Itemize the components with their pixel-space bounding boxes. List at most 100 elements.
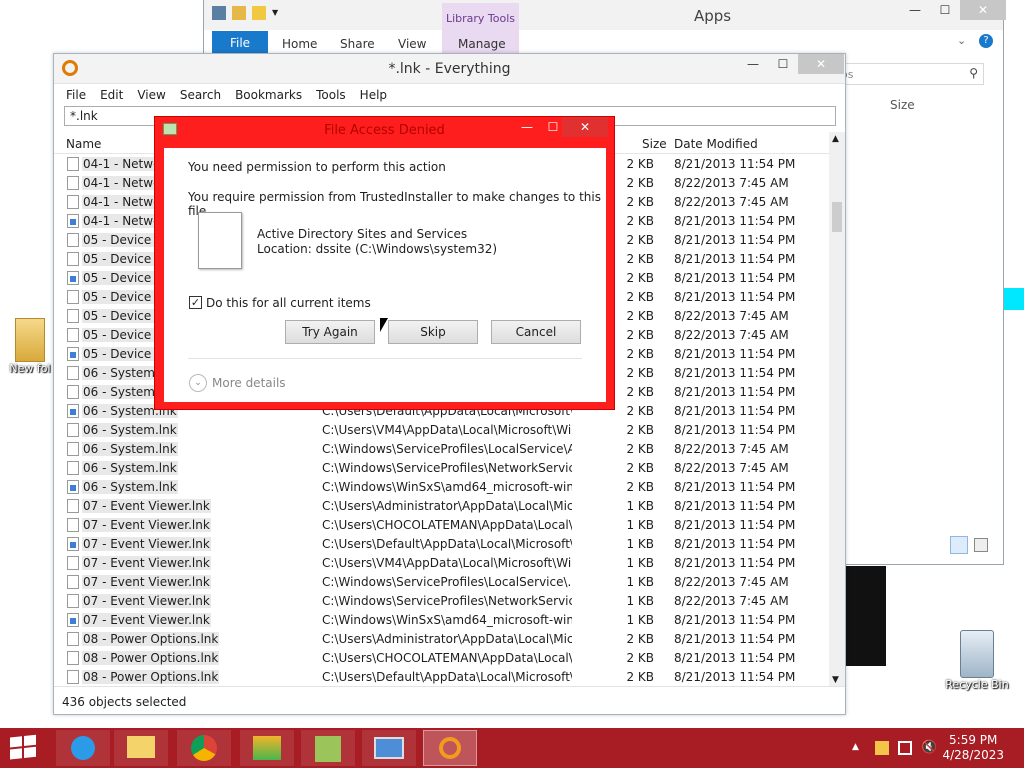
dialog-close-button[interactable]: ✕ <box>562 117 608 137</box>
file-icon <box>67 328 79 342</box>
file-explorer-icon[interactable] <box>114 730 168 766</box>
large-icons-view-button[interactable] <box>974 538 988 552</box>
internet-explorer-icon[interactable] <box>56 730 110 766</box>
cancel-button[interactable]: Cancel <box>491 320 581 344</box>
explorer-search-box[interactable]: os ⚲ <box>836 63 984 85</box>
tab-share[interactable]: Share <box>340 37 375 51</box>
minimize-button[interactable]: — <box>900 0 930 20</box>
dialog-minimize-button[interactable]: — <box>513 117 541 137</box>
dialog-divider <box>188 358 582 359</box>
table-row[interactable]: 07 - Event Viewer.lnk C:\Users\CHOCOLATEM… <box>54 516 830 535</box>
scroll-up-icon[interactable]: ▲ <box>832 134 839 144</box>
everything-titlebar[interactable]: *.lnk - Everything — ☐ ✕ <box>54 54 845 84</box>
row-date: 8/21/2013 11:54 PM <box>674 157 796 171</box>
size-column-header[interactable]: Size <box>642 137 667 151</box>
table-row[interactable]: 06 - System.lnk C:\Windows\ServiceProfile… <box>54 440 830 459</box>
dialog-body: You need permission to perform this acti… <box>164 148 606 402</box>
menu-tools[interactable]: Tools <box>316 88 346 102</box>
expand-details-icon[interactable]: ⌄ <box>189 374 207 392</box>
explorer-window-controls: — ☐ ✕ <box>900 0 1006 20</box>
help-icon[interactable]: ? <box>979 34 993 48</box>
search-icon[interactable]: ⚲ <box>969 66 978 80</box>
table-row[interactable]: 06 - System.lnk C:\Windows\ServiceProfile… <box>54 459 830 478</box>
date-column-header[interactable]: Date Modified <box>674 137 758 151</box>
clock-date: 4/28/2023 <box>942 748 1004 762</box>
explorer-titlebar[interactable]: ▼ Library Tools Apps — ☐ ✕ <box>204 0 1006 54</box>
menu-file[interactable]: File <box>66 88 86 102</box>
table-row[interactable]: 07 - Event Viewer.lnk C:\Windows\ServiceP… <box>54 573 830 592</box>
vertical-scrollbar[interactable]: ▲ ▼ <box>829 132 845 687</box>
start-button-icon[interactable] <box>10 734 38 760</box>
table-row[interactable]: 08 - Power Options.lnk C:\Users\Default\A… <box>54 668 830 687</box>
volume-icon[interactable]: 🔇 <box>921 740 937 755</box>
file-icon <box>67 442 79 456</box>
menu-search[interactable]: Search <box>180 88 221 102</box>
row-size: 2 KB <box>626 385 654 399</box>
chrome-icon[interactable] <box>177 730 231 766</box>
table-row[interactable]: 08 - Power Options.lnk C:\Users\CHOCOLATE… <box>54 649 830 668</box>
table-row[interactable]: 07 - Event Viewer.lnk C:\Users\Default\Ap… <box>54 535 830 554</box>
skip-button[interactable]: Skip <box>388 320 478 344</box>
action-center-flag-icon[interactable] <box>875 741 889 755</box>
scrollbar-thumb[interactable] <box>832 202 842 232</box>
tray-overflow-icon[interactable]: ▲ <box>852 742 859 752</box>
row-date: 8/21/2013 11:54 PM <box>674 613 796 627</box>
row-path: C:\Windows\ServiceProfiles\NetworkServic… <box>322 461 572 475</box>
file-icon <box>67 594 79 608</box>
row-date: 8/21/2013 11:54 PM <box>674 214 796 228</box>
size-column-header[interactable]: Size <box>890 98 915 112</box>
maximize-button[interactable]: ☐ <box>930 0 960 20</box>
row-date: 8/21/2013 11:54 PM <box>674 651 796 665</box>
name-column-header[interactable]: Name <box>66 137 101 151</box>
properties-icon[interactable] <box>232 6 246 20</box>
everything-title: *.lnk - Everything <box>388 61 511 77</box>
tab-home[interactable]: Home <box>282 37 317 51</box>
desktop-folder-icon[interactable]: New fol <box>4 318 56 375</box>
table-row[interactable]: 07 - Event Viewer.lnk C:\Windows\ServiceP… <box>54 592 830 611</box>
apply-to-all-label[interactable]: Do this for all current items <box>206 296 371 310</box>
dialog-heading: You need permission to perform this acti… <box>188 160 446 174</box>
maximize-button[interactable]: ☐ <box>768 54 798 74</box>
try-again-button[interactable]: Try Again <box>285 320 375 344</box>
row-size: 2 KB <box>626 195 654 209</box>
recycle-bin-icon[interactable]: Recycle Bin <box>942 630 1012 691</box>
row-size: 1 KB <box>626 556 654 570</box>
table-row[interactable]: 07 - Event Viewer.lnk C:\Users\VM4\AppDat… <box>54 554 830 573</box>
editor-app-icon[interactable] <box>301 730 355 766</box>
photo-viewer-icon[interactable] <box>362 730 416 766</box>
row-name: 06 - System.lnk <box>82 442 178 456</box>
row-name: 07 - Event Viewer.lnk <box>82 499 211 513</box>
network-icon[interactable] <box>898 741 912 755</box>
close-button[interactable]: ✕ <box>960 0 1006 20</box>
row-size: 2 KB <box>626 290 654 304</box>
file-access-denied-dialog[interactable]: File Access Denied — ☐ ✕ You need permis… <box>154 116 615 410</box>
minimize-button[interactable]: — <box>738 54 768 74</box>
more-details-link[interactable]: More details <box>212 376 286 390</box>
tab-file[interactable]: File <box>212 31 268 55</box>
scroll-down-icon[interactable]: ▼ <box>832 675 839 685</box>
table-row[interactable]: 06 - System.lnk C:\Windows\WinSxS\amd64_m… <box>54 478 830 497</box>
table-row[interactable]: 08 - Power Options.lnk C:\Users\Administr… <box>54 630 830 649</box>
table-row[interactable]: 06 - System.lnk C:\Users\VM4\AppData\Loca… <box>54 421 830 440</box>
ribbon-expand-icon[interactable]: ⌄ <box>957 34 966 47</box>
close-button[interactable]: ✕ <box>798 54 844 74</box>
table-row[interactable]: 07 - Event Viewer.lnk C:\Windows\WinSxS\a… <box>54 611 830 630</box>
menu-view[interactable]: View <box>137 88 165 102</box>
tab-manage[interactable]: Manage <box>458 37 506 51</box>
new-folder-icon[interactable] <box>252 6 266 20</box>
shortcut-file-icon <box>67 347 79 361</box>
menu-edit[interactable]: Edit <box>100 88 123 102</box>
row-size: 2 KB <box>626 670 654 684</box>
table-row[interactable]: 07 - Event Viewer.lnk C:\Users\Administra… <box>54 497 830 516</box>
details-view-button[interactable] <box>950 536 968 554</box>
system-clock[interactable]: 5:59 PM 4/28/2023 <box>942 733 1004 763</box>
tab-view[interactable]: View <box>398 37 426 51</box>
apply-to-all-checkbox[interactable]: ✓ <box>189 296 202 309</box>
explorer-title: Apps <box>694 7 732 25</box>
save-icon[interactable] <box>212 6 226 20</box>
everything-taskbar-icon[interactable] <box>423 730 477 766</box>
menu-bookmarks[interactable]: Bookmarks <box>235 88 302 102</box>
menu-help[interactable]: Help <box>360 88 387 102</box>
chevron-down-icon[interactable]: ▼ <box>272 6 280 20</box>
bluestacks-icon[interactable] <box>240 730 294 766</box>
